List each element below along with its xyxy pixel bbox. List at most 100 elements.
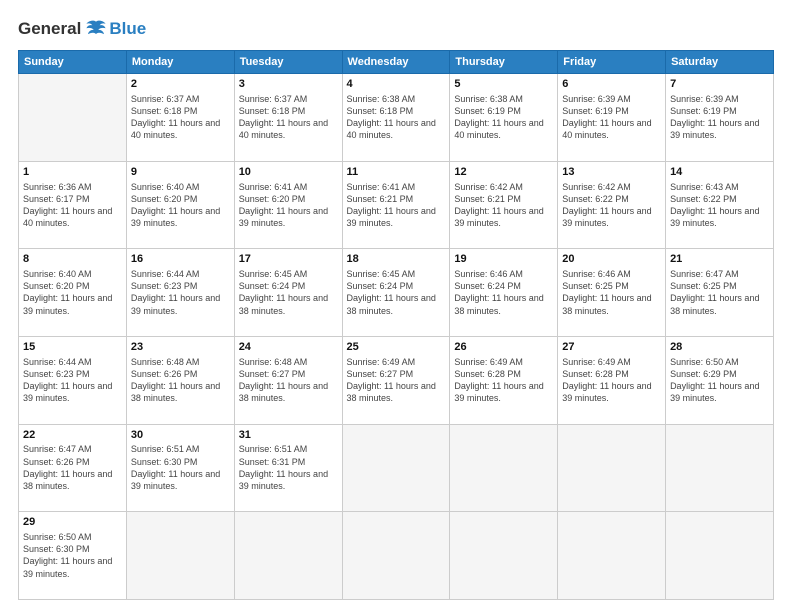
day-number: 16 <box>131 252 230 267</box>
col-tuesday: Tuesday <box>234 51 342 74</box>
day-info: Sunrise: 6:44 AMSunset: 6:23 PMDaylight:… <box>23 357 112 403</box>
calendar-week-row: 8 Sunrise: 6:40 AMSunset: 6:20 PMDaylight… <box>19 249 774 337</box>
table-row: 29 Sunrise: 6:50 AMSunset: 6:30 PMDayligh… <box>19 512 127 600</box>
day-info: Sunrise: 6:40 AMSunset: 6:20 PMDaylight:… <box>23 269 112 315</box>
calendar-week-row: 29 Sunrise: 6:50 AMSunset: 6:30 PMDayligh… <box>19 512 774 600</box>
day-info: Sunrise: 6:38 AMSunset: 6:18 PMDaylight:… <box>347 94 436 140</box>
table-row <box>342 424 450 512</box>
table-row: 10 Sunrise: 6:41 AMSunset: 6:20 PMDayligh… <box>234 161 342 249</box>
day-info: Sunrise: 6:37 AMSunset: 6:18 PMDaylight:… <box>239 94 328 140</box>
day-info: Sunrise: 6:40 AMSunset: 6:20 PMDaylight:… <box>131 182 220 228</box>
day-number: 31 <box>239 428 338 443</box>
col-monday: Monday <box>126 51 234 74</box>
day-number: 26 <box>454 340 553 355</box>
day-info: Sunrise: 6:47 AMSunset: 6:26 PMDaylight:… <box>23 444 112 490</box>
col-sunday: Sunday <box>19 51 127 74</box>
day-info: Sunrise: 6:36 AMSunset: 6:17 PMDaylight:… <box>23 182 112 228</box>
col-saturday: Saturday <box>666 51 774 74</box>
day-info: Sunrise: 6:46 AMSunset: 6:25 PMDaylight:… <box>562 269 651 315</box>
calendar-header-row: Sunday Monday Tuesday Wednesday Thursday… <box>19 51 774 74</box>
day-number: 2 <box>131 77 230 92</box>
calendar-week-row: 15 Sunrise: 6:44 AMSunset: 6:23 PMDayligh… <box>19 336 774 424</box>
table-row <box>19 74 127 162</box>
table-row: 26 Sunrise: 6:49 AMSunset: 6:28 PMDayligh… <box>450 336 558 424</box>
table-row: 2Sunrise: 6:37 AMSunset: 6:18 PMDaylight… <box>126 74 234 162</box>
table-row <box>558 512 666 600</box>
day-info: Sunrise: 6:45 AMSunset: 6:24 PMDaylight:… <box>239 269 328 315</box>
day-number: 7 <box>670 77 769 92</box>
table-row <box>558 424 666 512</box>
logo-blue-text: Blue <box>109 19 146 39</box>
logo-general-text: General <box>18 19 81 39</box>
day-info: Sunrise: 6:49 AMSunset: 6:28 PMDaylight:… <box>454 357 543 403</box>
table-row: 28 Sunrise: 6:50 AMSunset: 6:29 PMDayligh… <box>666 336 774 424</box>
day-number: 25 <box>347 340 446 355</box>
table-row: 1 Sunrise: 6:36 AMSunset: 6:17 PMDaylight… <box>19 161 127 249</box>
day-info: Sunrise: 6:46 AMSunset: 6:24 PMDaylight:… <box>454 269 543 315</box>
table-row: 13Sunrise: 6:42 AMSunset: 6:22 PMDayligh… <box>558 161 666 249</box>
logo-bird-icon <box>85 18 107 40</box>
day-number: 15 <box>23 340 122 355</box>
table-row: 21Sunrise: 6:47 AMSunset: 6:25 PMDayligh… <box>666 249 774 337</box>
day-number: 28 <box>670 340 769 355</box>
day-number: 5 <box>454 77 553 92</box>
day-number: 24 <box>239 340 338 355</box>
day-number: 29 <box>23 515 122 530</box>
day-number: 12 <box>454 165 553 180</box>
table-row: 4 Sunrise: 6:38 AMSunset: 6:18 PMDaylight… <box>342 74 450 162</box>
table-row: 3 Sunrise: 6:37 AMSunset: 6:18 PMDaylight… <box>234 74 342 162</box>
day-info: Sunrise: 6:45 AMSunset: 6:24 PMDaylight:… <box>347 269 436 315</box>
calendar-week-row: 1 Sunrise: 6:36 AMSunset: 6:17 PMDaylight… <box>19 161 774 249</box>
day-number: 22 <box>23 428 122 443</box>
day-number: 23 <box>131 340 230 355</box>
day-number: 27 <box>562 340 661 355</box>
day-number: 3 <box>239 77 338 92</box>
day-info: Sunrise: 6:50 AMSunset: 6:30 PMDaylight:… <box>23 532 112 578</box>
day-number: 21 <box>670 252 769 267</box>
table-row: 7 Sunrise: 6:39 AMSunset: 6:19 PMDaylight… <box>666 74 774 162</box>
day-info: Sunrise: 6:51 AMSunset: 6:31 PMDaylight:… <box>239 444 328 490</box>
table-row: 15 Sunrise: 6:44 AMSunset: 6:23 PMDayligh… <box>19 336 127 424</box>
table-row: 11Sunrise: 6:41 AMSunset: 6:21 PMDayligh… <box>342 161 450 249</box>
table-row <box>666 512 774 600</box>
day-number: 19 <box>454 252 553 267</box>
day-number: 1 <box>23 165 122 180</box>
day-number: 9 <box>131 165 230 180</box>
day-number: 4 <box>347 77 446 92</box>
day-number: 10 <box>239 165 338 180</box>
day-number: 17 <box>239 252 338 267</box>
header: General Blue <box>18 18 774 40</box>
day-info: Sunrise: 6:51 AMSunset: 6:30 PMDaylight:… <box>131 444 220 490</box>
day-info: Sunrise: 6:49 AMSunset: 6:28 PMDaylight:… <box>562 357 651 403</box>
table-row: 27 Sunrise: 6:49 AMSunset: 6:28 PMDayligh… <box>558 336 666 424</box>
table-row: 20Sunrise: 6:46 AMSunset: 6:25 PMDayligh… <box>558 249 666 337</box>
day-number: 6 <box>562 77 661 92</box>
table-row <box>450 424 558 512</box>
calendar-week-row: 22Sunrise: 6:47 AMSunset: 6:26 PMDayligh… <box>19 424 774 512</box>
table-row: 24 Sunrise: 6:48 AMSunset: 6:27 PMDayligh… <box>234 336 342 424</box>
day-info: Sunrise: 6:48 AMSunset: 6:26 PMDaylight:… <box>131 357 220 403</box>
table-row: 17 Sunrise: 6:45 AMSunset: 6:24 PMDayligh… <box>234 249 342 337</box>
day-info: Sunrise: 6:50 AMSunset: 6:29 PMDaylight:… <box>670 357 759 403</box>
table-row: 14 Sunrise: 6:43 AMSunset: 6:22 PMDayligh… <box>666 161 774 249</box>
day-info: Sunrise: 6:41 AMSunset: 6:20 PMDaylight:… <box>239 182 328 228</box>
day-info: Sunrise: 6:48 AMSunset: 6:27 PMDaylight:… <box>239 357 328 403</box>
day-number: 11 <box>347 165 446 180</box>
day-number: 30 <box>131 428 230 443</box>
calendar-table: Sunday Monday Tuesday Wednesday Thursday… <box>18 50 774 600</box>
table-row: 25Sunrise: 6:49 AMSunset: 6:27 PMDayligh… <box>342 336 450 424</box>
table-row <box>342 512 450 600</box>
table-row: 31Sunrise: 6:51 AMSunset: 6:31 PMDayligh… <box>234 424 342 512</box>
table-row: 12Sunrise: 6:42 AMSunset: 6:21 PMDayligh… <box>450 161 558 249</box>
table-row: 8 Sunrise: 6:40 AMSunset: 6:20 PMDaylight… <box>19 249 127 337</box>
day-number: 14 <box>670 165 769 180</box>
table-row <box>126 512 234 600</box>
page: General Blue Sunday Monday Tuesday Wedne… <box>0 0 792 612</box>
day-info: Sunrise: 6:43 AMSunset: 6:22 PMDaylight:… <box>670 182 759 228</box>
day-number: 8 <box>23 252 122 267</box>
table-row: 22Sunrise: 6:47 AMSunset: 6:26 PMDayligh… <box>19 424 127 512</box>
day-number: 13 <box>562 165 661 180</box>
day-info: Sunrise: 6:39 AMSunset: 6:19 PMDaylight:… <box>670 94 759 140</box>
table-row: 6Sunrise: 6:39 AMSunset: 6:19 PMDaylight… <box>558 74 666 162</box>
day-number: 18 <box>347 252 446 267</box>
